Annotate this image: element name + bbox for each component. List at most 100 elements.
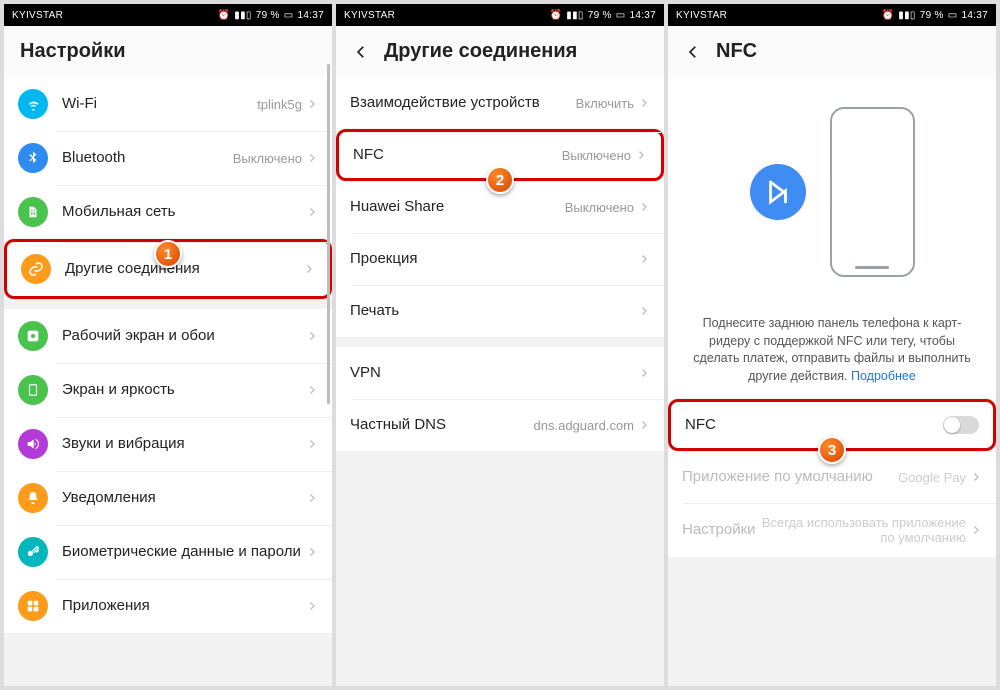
- row-label: Wi-Fi: [62, 95, 257, 114]
- chevron-right-icon: [638, 367, 650, 379]
- row-label: Звуки и вибрация: [62, 435, 306, 454]
- carrier: KYIVSTAR: [12, 10, 63, 21]
- back-button[interactable]: [684, 43, 702, 61]
- chevron-right-icon: [638, 201, 650, 213]
- chevron-right-icon: [306, 206, 318, 218]
- row-[interactable]: Взаимодействие устройствВключить: [336, 77, 664, 129]
- learn-more-link[interactable]: Подробнее: [851, 369, 916, 383]
- chevron-right-icon: [970, 524, 982, 536]
- row-label: Биометрические данные и пароли: [62, 543, 306, 562]
- row-label: Экран и яркость: [62, 381, 306, 400]
- nfc-content: Поднесите заднюю панель телефона к карт-…: [668, 77, 996, 686]
- row-vpn[interactable]: VPN: [336, 347, 664, 399]
- row-[interactable]: Печать: [336, 285, 664, 337]
- scrollbar[interactable]: [327, 64, 330, 404]
- row-[interactable]: Другие соединения1: [4, 239, 332, 299]
- back-button[interactable]: [352, 43, 370, 61]
- row-[interactable]: Мобильная сеть: [4, 185, 332, 239]
- nfc-toggle[interactable]: [943, 416, 979, 434]
- status-bar: KYIVSTAR ⏰ ▮▮▯ 79 % ▭ 14:37: [668, 4, 996, 26]
- apps-icon: [18, 591, 48, 621]
- row-[interactable]: Рабочий экран и обои: [4, 309, 332, 363]
- carrier: KYIVSTAR: [344, 10, 395, 21]
- row-label: VPN: [350, 364, 638, 383]
- time: 14:37: [629, 10, 656, 21]
- battery-icon: ▭: [284, 10, 294, 21]
- row-label: Печать: [350, 302, 638, 321]
- row-label: Другие соединения: [65, 260, 303, 279]
- chevron-right-icon: [306, 384, 318, 396]
- row-[interactable]: Приложения: [4, 579, 332, 633]
- phone-settings: KYIVSTAR ⏰ ▮▮▯ 79 % ▭ 14:37 Настройки Wi…: [4, 4, 332, 686]
- row-[interactable]: Биометрические данные и пароли: [4, 525, 332, 579]
- nfc-description: Поднесите заднюю панель телефона к карт-…: [668, 307, 996, 399]
- settings-list: Wi-Fitplink5gBluetoothВыключеноМобильная…: [4, 77, 332, 686]
- chevron-right-icon: [306, 492, 318, 504]
- row-label: Частный DNS: [350, 416, 534, 435]
- row-[interactable]: Уведомления: [4, 471, 332, 525]
- time: 14:37: [297, 10, 324, 21]
- status-bar: KYIVSTAR ⏰ ▮▮▯ 79 % ▭ 14:37: [336, 4, 664, 26]
- row-value: Выключено: [233, 151, 302, 166]
- phone-nfc: KYIVSTAR ⏰ ▮▮▯ 79 % ▭ 14:37 NFC Поднесит…: [668, 4, 996, 686]
- status-bar: KYIVSTAR ⏰ ▮▮▯ 79 % ▭ 14:37: [4, 4, 332, 26]
- chevron-right-icon: [638, 97, 650, 109]
- row-value: Google Pay: [898, 470, 966, 485]
- bell-icon: [18, 483, 48, 513]
- carrier: KYIVSTAR: [676, 10, 727, 21]
- phone-other-connections: KYIVSTAR ⏰ ▮▮▯ 79 % ▭ 14:37 Другие соеди…: [336, 4, 664, 686]
- sound-icon: [18, 429, 48, 459]
- nfc-desc-text: Поднесите заднюю панель телефона к карт-…: [693, 316, 971, 383]
- chevron-right-icon: [638, 253, 650, 265]
- row-nfc[interactable]: NFCВыключено2: [336, 129, 664, 181]
- battery-icon: ▭: [616, 10, 626, 21]
- signal-icon: ▮▮▯: [234, 10, 251, 21]
- chevron-right-icon: [306, 438, 318, 450]
- alarm-icon: ⏰: [218, 10, 231, 21]
- nfc-icon: [750, 164, 806, 220]
- row-label: Приложения: [62, 597, 306, 616]
- row-dns[interactable]: Частный DNSdns.adguard.com: [336, 399, 664, 451]
- status-right: ⏰ ▮▮▯ 79 % ▭ 14:37: [882, 10, 988, 21]
- row-label: Уведомления: [62, 489, 306, 508]
- row-label: Настройки: [682, 521, 756, 540]
- time: 14:37: [961, 10, 988, 21]
- screen-title: Настройки: [4, 26, 332, 77]
- row-value: tplink5g: [257, 97, 302, 112]
- chevron-right-icon: [638, 305, 650, 317]
- step-badge-1: 1: [154, 240, 182, 268]
- chevron-right-icon: [306, 330, 318, 342]
- row-label: Проекция: [350, 250, 638, 269]
- alarm-icon: ⏰: [882, 10, 895, 21]
- row-[interactable]: Экран и яркость: [4, 363, 332, 417]
- row-value: dns.adguard.com: [534, 418, 634, 433]
- row-bluetooth[interactable]: BluetoothВыключено: [4, 131, 332, 185]
- battery-label: 79 %: [256, 10, 280, 21]
- row-[interactable]: Звуки и вибрация: [4, 417, 332, 471]
- title-text: Другие соединения: [384, 40, 577, 63]
- bright-icon: [18, 375, 48, 405]
- chevron-right-icon: [306, 98, 318, 110]
- nfc-illustration: [668, 77, 996, 307]
- chevron-right-icon: [303, 263, 315, 275]
- key-icon: [18, 537, 48, 567]
- wifi-icon: [18, 89, 48, 119]
- signal-icon: ▮▮▯: [898, 10, 915, 21]
- status-right: ⏰ ▮▮▯ 79 % ▭ 14:37: [550, 10, 656, 21]
- row-label: Bluetooth: [62, 149, 233, 168]
- row-value: Выключено: [562, 148, 631, 163]
- battery-label: 79 %: [588, 10, 612, 21]
- status-right: ⏰ ▮▮▯ 79 % ▭ 14:37: [218, 10, 324, 21]
- chevron-right-icon: [635, 149, 647, 161]
- row-wi-fi[interactable]: Wi-Fitplink5g: [4, 77, 332, 131]
- chevron-right-icon: [306, 600, 318, 612]
- chevron-right-icon: [306, 152, 318, 164]
- row-nfc[interactable]: NFC3: [668, 399, 996, 451]
- row-[interactable]: Проекция: [336, 233, 664, 285]
- battery-label: 79 %: [920, 10, 944, 21]
- row-label: Взаимодействие устройств: [350, 94, 576, 113]
- title-text: NFC: [716, 40, 757, 63]
- row-value: Включить: [576, 96, 634, 111]
- chevron-right-icon: [970, 471, 982, 483]
- row-label: Рабочий экран и обои: [62, 327, 306, 346]
